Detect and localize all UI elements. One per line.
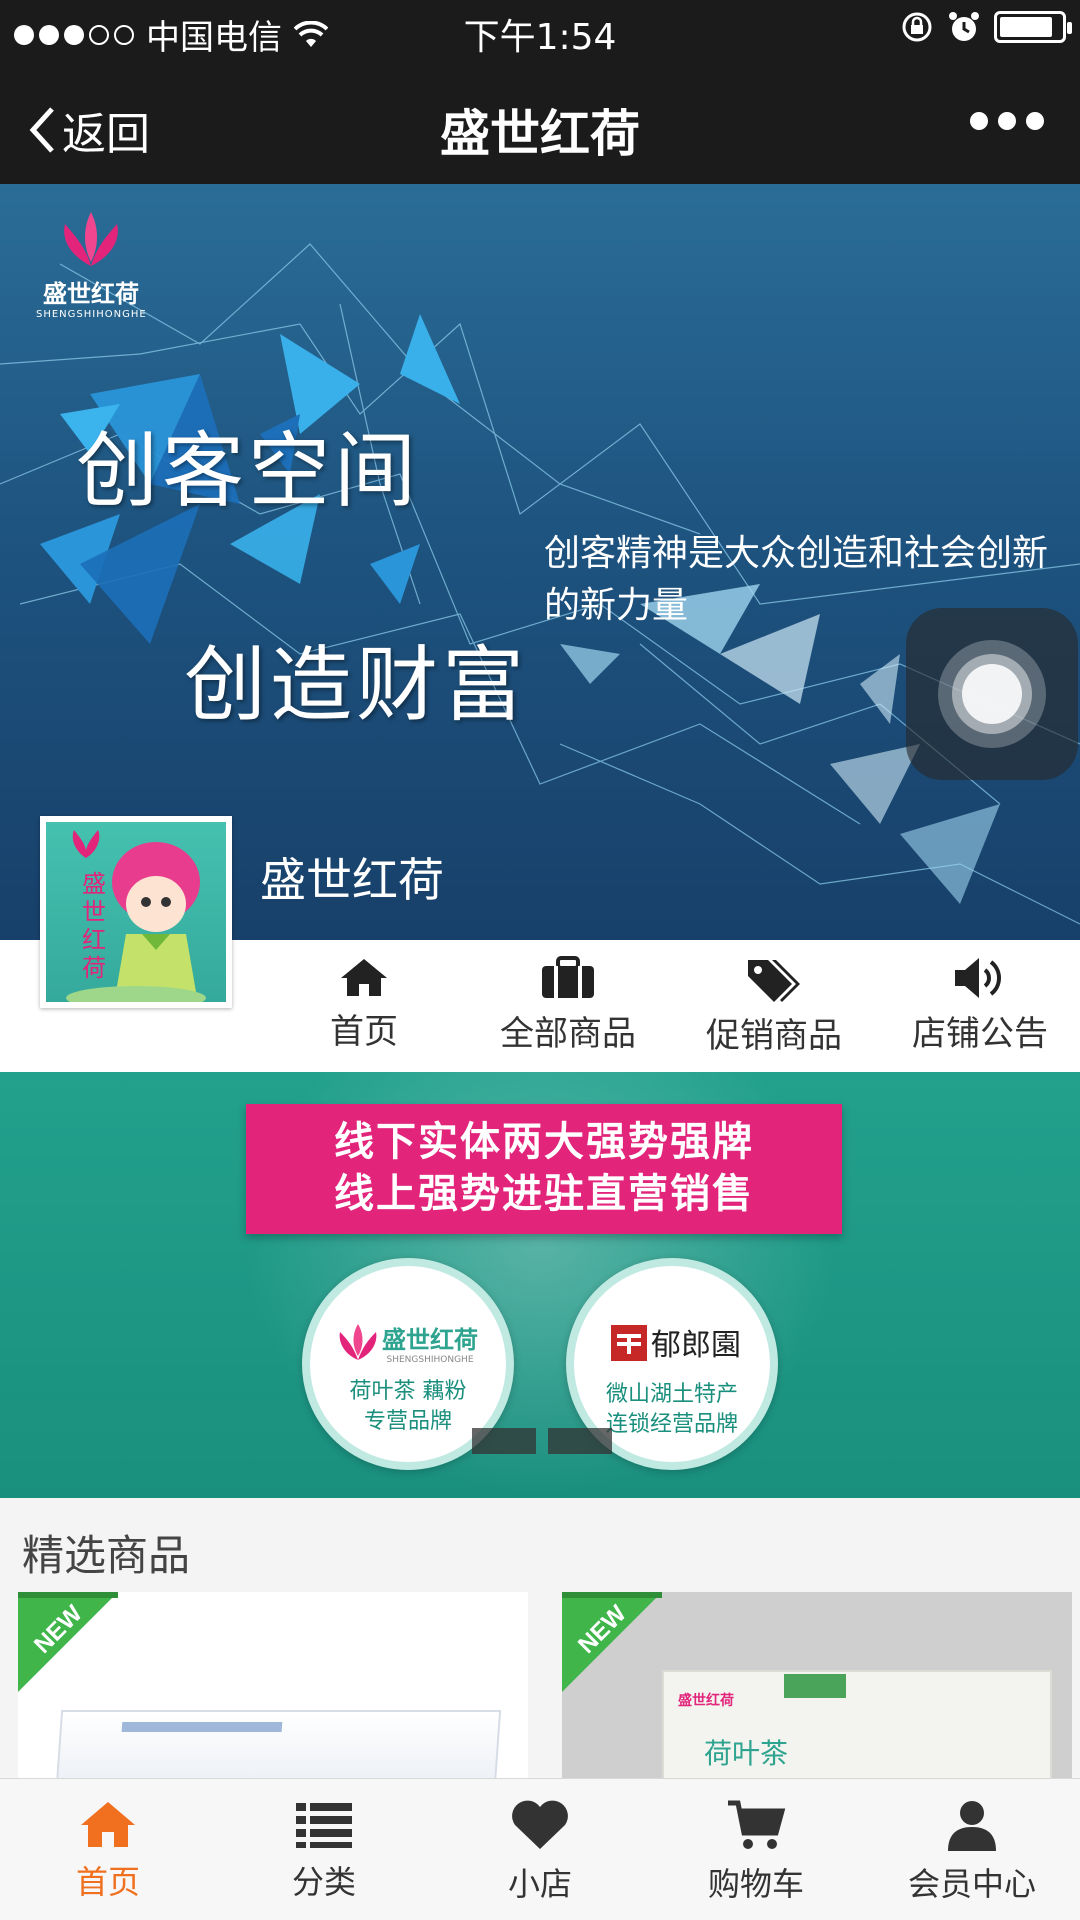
promo-brand-1-desc-1: 荷叶茶 藕粉 (349, 1379, 467, 1404)
tab-bar: 首页 分类 小店 购物车 会员中心 (0, 1778, 1080, 1920)
tab-category[interactable]: 分类 (216, 1799, 432, 1903)
shop-nav-label: 店铺公告 (912, 1014, 1048, 1054)
tab-member-center[interactable]: 会员中心 (864, 1799, 1080, 1905)
shop-nav-promotions[interactable]: 促销商品 (674, 956, 874, 1057)
tags-icon (748, 960, 800, 1002)
rotation-lock-icon (902, 12, 932, 42)
list-icon (296, 1803, 352, 1848)
more-dot-icon (998, 112, 1016, 130)
home-icon (81, 1802, 135, 1847)
svg-text:红: 红 (82, 927, 106, 954)
home-icon (341, 959, 387, 996)
product-name: 荷叶茶 (704, 1737, 789, 1770)
status-right (900, 10, 1072, 44)
featured-title: 精选商品 (22, 1531, 191, 1580)
hero-logo-brand: 盛世红荷 (43, 280, 139, 308)
hero-headline-2: 创造财富 (184, 638, 529, 733)
assistive-touch-button[interactable] (906, 608, 1078, 780)
status-bar: 中国电信 下午1:54 (0, 0, 1080, 60)
mascot-icon: 盛 世 红 荷 (66, 830, 206, 1002)
shop-nav-home[interactable]: 首页 (264, 956, 464, 1053)
tab-shop[interactable]: 小店 (432, 1799, 648, 1905)
hero-logo: 盛世红荷 SHENGSHIHONGHE (36, 206, 146, 320)
lotus-logo-icon (64, 212, 118, 266)
promo-ribbon: 线下实体两大强势强牌 线上强势进驻直营销售 (246, 1104, 842, 1234)
shop-nav-label: 首页 (330, 1012, 398, 1052)
tab-cart[interactable]: 购物车 (648, 1799, 864, 1905)
page-title: 盛世红荷 (440, 105, 640, 163)
svg-text:盛: 盛 (82, 871, 106, 898)
svg-text:荷: 荷 (82, 955, 106, 982)
carousel-indicator[interactable] (472, 1428, 536, 1454)
shop-nav-announcements[interactable]: 店铺公告 (880, 956, 1080, 1055)
promo-brand-2-desc-1: 微山湖土特产 (605, 1382, 738, 1407)
hero-headline-1: 创客空间 (76, 424, 421, 519)
nav-bar: 返回 盛世红荷 (0, 60, 1080, 184)
shop-name: 盛世红荷 (260, 853, 444, 907)
tab-label: 会员中心 (907, 1865, 1036, 1903)
shop-nav-label: 全部商品 (500, 1014, 636, 1054)
seal-logo-icon (611, 1325, 647, 1361)
user-icon (948, 1801, 996, 1851)
tab-label: 小店 (507, 1865, 572, 1903)
promo-brand-2-name: 郁郎園 (651, 1328, 741, 1363)
alarm-icon (949, 12, 979, 41)
promo-ribbon-line-1: 线下实体两大强势强牌 (334, 1119, 754, 1165)
product-card[interactable]: 盛世红荷 荷叶茶 NEW (562, 1592, 1072, 1792)
promo-ribbon-line-2: 线上强势进驻直营销售 (334, 1171, 754, 1217)
product-image: 盛世红荷 荷叶茶 (662, 1670, 1052, 1792)
briefcase-icon (542, 956, 594, 998)
tab-home[interactable]: 首页 (0, 1799, 216, 1903)
lotus-logo-icon (339, 1324, 377, 1360)
avatar-image: 盛 世 红 荷 (46, 822, 226, 1002)
new-badge-icon: NEW (562, 1592, 662, 1692)
tab-label: 分类 (291, 1863, 356, 1901)
shop-nav-all-products[interactable]: 全部商品 (468, 956, 668, 1055)
tab-label: 首页 (75, 1863, 140, 1901)
more-button[interactable] (970, 112, 1044, 130)
svg-text:世: 世 (82, 899, 106, 926)
speaker-icon (955, 958, 1001, 998)
more-dot-icon (1026, 112, 1044, 130)
tab-label: 购物车 (707, 1865, 804, 1903)
promo-banner[interactable]: 线下实体两大强势强牌 线上强势进驻直营销售 盛世红荷 SHENGSHIHONGH… (0, 1072, 1080, 1498)
new-badge-icon: NEW (18, 1592, 118, 1692)
more-dot-icon (970, 112, 988, 130)
carousel-indicator[interactable] (548, 1428, 612, 1454)
shop-nav-label: 促销商品 (706, 1016, 842, 1056)
battery-icon (994, 11, 1072, 43)
product-brand: 盛世红荷 (678, 1693, 734, 1709)
shop-avatar[interactable]: 盛 世 红 荷 (40, 816, 232, 1008)
heart-icon (512, 1800, 568, 1849)
hero-logo-pinyin: SHENGSHIHONGHE (36, 309, 147, 320)
product-card[interactable]: NEW (18, 1592, 528, 1792)
cart-icon (728, 1800, 786, 1849)
